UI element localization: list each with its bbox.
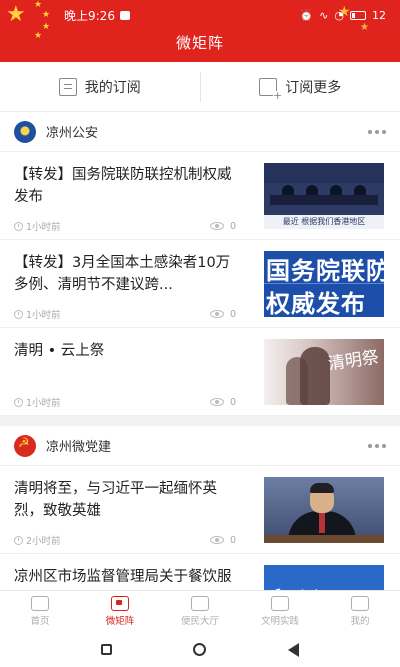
status-time: 晚上9:26	[64, 8, 115, 23]
nav-label: 便民大厅	[180, 616, 219, 627]
article-time: 1小时前	[26, 222, 61, 233]
article-views: 0	[229, 534, 236, 546]
channel-name: 凉州公安	[46, 126, 99, 141]
section-gap	[0, 416, 400, 426]
matrix-icon	[111, 596, 129, 611]
nav-label: 我的	[350, 616, 370, 627]
back-icon[interactable]	[288, 642, 300, 657]
bottom-navigation: 首页 微矩阵 便民大厅 文明实践 我的	[0, 590, 400, 632]
add-subscription-icon	[259, 77, 283, 101]
police-badge-icon	[14, 120, 36, 143]
article-time: 2小时前	[26, 536, 61, 547]
article-meta: 2小时前 0	[14, 533, 236, 547]
home-button-icon[interactable]	[193, 643, 207, 656]
eye-icon	[209, 398, 224, 406]
flag-star-icon: ★	[42, 22, 51, 32]
article-item[interactable]: 清明将至，与习近平一起缅怀英烈，致敬英雄 2小时前 0	[0, 466, 400, 554]
vibrate-icon: ∿	[319, 8, 329, 22]
feed[interactable]: 凉州公安 【转发】国务院联防联控机制权威发布 1小时前 0 最近 根据我们香港地…	[0, 112, 400, 590]
more-options-icon[interactable]	[368, 129, 386, 134]
status-bar: 晚上9:26 ⏰ ∿ ◔ 12	[64, 7, 386, 23]
list-icon	[58, 77, 77, 96]
article-title: 凉州区市场监督管理局关于餐饮服务单位全面落实“六凉...	[14, 569, 232, 585]
article-meta: 1小时前 0	[14, 307, 236, 321]
article-views: 0	[229, 396, 236, 408]
article-title: 清明将至，与习近平一起缅怀英烈，致敬英雄	[14, 481, 217, 519]
nav-service-hall[interactable]: 便民大厅	[160, 591, 240, 632]
my-subscriptions-label: 我的订阅	[84, 79, 141, 96]
article-item[interactable]: 【转发】国务院联防联控机制权威发布 1小时前 0 最近 根据我们香港地区	[0, 152, 400, 240]
eye-icon	[209, 310, 224, 318]
subscription-bar: 我的订阅 订阅更多	[0, 62, 400, 112]
app-header: ★ ★ ★ ★ ★ ★ ★ 晚上9:26 ⏰ ∿ ◔ 12 微矩阵	[0, 0, 400, 62]
thumbnail-caption: 最近 根据我们香港地区	[264, 215, 384, 229]
people-icon	[271, 596, 289, 611]
nav-label: 微矩阵	[105, 616, 135, 627]
user-icon	[351, 596, 369, 611]
subscribe-more-button[interactable]: 订阅更多	[201, 62, 400, 111]
article-item[interactable]: 【转发】3月全国本土感染者10万多例、清明节不建议跨... 1小时前 0 国务院…	[0, 240, 400, 328]
channel-name: 凉州微党建	[46, 440, 112, 455]
clock-icon	[14, 221, 23, 231]
article-meta: 1小时前 0	[14, 219, 236, 233]
hand-icon	[191, 596, 209, 611]
channel-header[interactable]: 凉州微党建	[0, 426, 400, 466]
flag-star-icon: ★	[34, 0, 43, 10]
article-item[interactable]: 清明 • 云上祭 1小时前 0 清明祭	[0, 328, 400, 416]
eye-icon	[209, 222, 224, 230]
flag-star-icon: ★	[42, 10, 51, 20]
article-thumbnail: 最近 根据我们香港地区	[264, 163, 384, 229]
article-thumbnail: 清明祭	[264, 339, 384, 405]
clock-icon	[14, 309, 23, 319]
article-title: 【转发】国务院联防联控机制权威发布	[14, 167, 232, 205]
article-views: 0	[229, 308, 236, 320]
battery-icon	[350, 10, 366, 20]
clock-icon	[14, 397, 23, 407]
article-views: 0	[229, 220, 236, 232]
article-item[interactable]: 凉州区市场监督管理局关于餐饮服务单位全面落实“六凉... 新闻	[0, 554, 400, 590]
article-title: 【转发】3月全国本土感染者10万多例、清明节不建议跨...	[14, 255, 231, 293]
battery-level: 12	[372, 8, 386, 22]
nav-civilization[interactable]: 文明实践	[240, 591, 320, 632]
recent-apps-icon[interactable]	[100, 644, 112, 655]
subscribe-more-label: 订阅更多	[285, 79, 342, 96]
thumbnail-text: 新闻	[268, 577, 352, 590]
article-thumbnail: 国务院联防 权威发布	[264, 251, 384, 317]
nav-label: 文明实践	[260, 616, 299, 627]
article-time: 1小时前	[26, 398, 61, 409]
channel-header[interactable]: 凉州公安	[0, 112, 400, 152]
article-title: 清明 • 云上祭	[14, 343, 105, 359]
eye-icon	[209, 536, 224, 544]
nav-matrix[interactable]: 微矩阵	[80, 591, 160, 632]
nav-profile[interactable]: 我的	[320, 591, 400, 632]
nav-home[interactable]: 首页	[0, 591, 80, 632]
thumbnail-text: 国务院联防	[266, 257, 384, 285]
alarm-icon: ⏰	[299, 8, 314, 22]
nav-label: 首页	[30, 616, 50, 627]
system-navigation	[0, 632, 400, 667]
home-icon	[31, 596, 49, 611]
more-options-icon[interactable]	[368, 443, 386, 448]
thumbnail-text: 权威发布	[266, 290, 366, 317]
article-thumbnail: 新闻	[264, 565, 384, 590]
channel-section: 凉州微党建 清明将至，与习近平一起缅怀英烈，致敬英雄 2小时前 0 凉州区市场监…	[0, 426, 400, 590]
my-subscriptions-button[interactable]: 我的订阅	[0, 62, 200, 111]
channel-section: 凉州公安 【转发】国务院联防联控机制权威发布 1小时前 0 最近 根据我们香港地…	[0, 112, 400, 416]
page-title: 微矩阵	[175, 34, 224, 52]
thumbnail-text: 清明祭	[326, 347, 381, 375]
message-icon	[119, 10, 130, 20]
clock-icon	[14, 535, 23, 545]
article-thumbnail	[264, 477, 384, 543]
wifi-icon: ◔	[334, 8, 344, 22]
article-meta: 1小时前 0	[14, 395, 236, 409]
article-time: 1小时前	[26, 310, 61, 321]
flag-star-icon: ★	[6, 2, 26, 27]
party-emblem-icon	[14, 434, 36, 457]
